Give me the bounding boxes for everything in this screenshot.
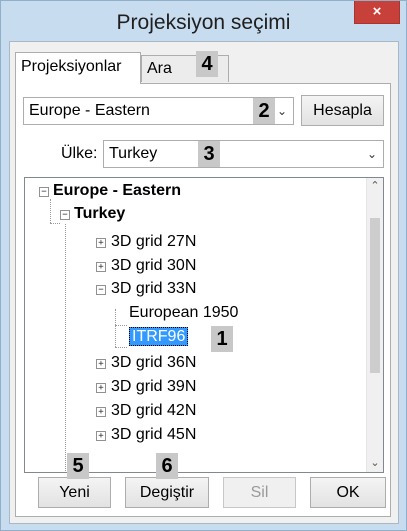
scrollbar-thumb[interactable]: [370, 218, 380, 373]
scroll-down-icon[interactable]: ⌄: [367, 455, 383, 472]
annotation-4: 4: [196, 51, 218, 77]
expand-icon[interactable]: +: [96, 359, 106, 369]
chevron-down-icon: ⌄: [276, 104, 287, 118]
compute-button[interactable]: Hesapla: [301, 95, 384, 126]
expand-icon[interactable]: +: [96, 383, 106, 393]
tree-node-country[interactable]: Turkey: [74, 203, 125, 225]
change-button[interactable]: Degiştir: [125, 477, 209, 508]
country-label: Ülke:: [61, 145, 98, 162]
tree-node-grid[interactable]: 3D grid 27N: [111, 231, 196, 253]
tree-node-grid[interactable]: 3D grid 42N: [111, 400, 196, 422]
country-select-value: Turkey: [109, 145, 158, 162]
collapse-icon[interactable]: −: [39, 187, 49, 197]
tree-node-datum[interactable]: European 1950: [129, 302, 238, 324]
tree-node-grid[interactable]: 3D grid 30N: [111, 255, 196, 277]
close-button[interactable]: ×: [354, 1, 400, 24]
collapse-icon[interactable]: −: [60, 210, 70, 220]
annotation-1: 1: [211, 326, 233, 352]
close-icon: ×: [372, 3, 382, 20]
annotation-3: 3: [198, 141, 220, 167]
annotation-5: 5: [67, 453, 89, 479]
annotation-6: 6: [156, 453, 178, 479]
annotation-2: 2: [253, 98, 275, 124]
tree-node-region[interactable]: Europe - Eastern: [53, 180, 181, 202]
chevron-down-icon: ⌄: [366, 147, 377, 161]
tab-projeksiyonlar[interactable]: Projeksiyonlar: [15, 52, 141, 84]
region-select-value: Europe - Eastern: [29, 102, 150, 119]
dialog-client: Projeksiyonlar Ara 4 Europe - Eastern ⌄ …: [9, 41, 399, 524]
projection-tree[interactable]: − Europe - Eastern − Turkey + 3D grid 27…: [24, 177, 384, 473]
scroll-up-icon[interactable]: ⌃: [367, 178, 383, 195]
tree-node-grid[interactable]: 3D grid 36N: [111, 352, 196, 374]
tab-label: Projeksiyonlar: [21, 58, 122, 75]
ok-button[interactable]: OK: [310, 477, 386, 508]
tree-node-grid[interactable]: 3D grid 33N: [111, 278, 196, 300]
window-title: Projeksiyon seçimi: [116, 11, 291, 34]
expand-icon[interactable]: +: [96, 262, 106, 272]
projections-panel: Europe - Eastern ⌄ 2 Hesapla Ülke: Turke…: [15, 83, 391, 517]
country-select[interactable]: Turkey ⌄: [103, 140, 384, 168]
new-button[interactable]: Yeni: [38, 477, 111, 508]
expand-icon[interactable]: +: [96, 238, 106, 248]
tree-node-datum-selected[interactable]: ITRF96: [129, 326, 189, 348]
tree-node-grid[interactable]: 3D grid 45N: [111, 424, 196, 446]
dialog-window: Projeksiyon seçimi × Projeksiyonlar Ara …: [0, 0, 407, 531]
expand-icon[interactable]: +: [96, 407, 106, 417]
expand-icon[interactable]: +: [96, 431, 106, 441]
tree-content: − Europe - Eastern − Turkey + 3D grid 27…: [25, 178, 366, 472]
delete-button[interactable]: Sil: [223, 477, 296, 508]
collapse-icon[interactable]: −: [96, 285, 106, 295]
title-bar[interactable]: Projeksiyon seçimi ×: [1, 1, 406, 41]
tree-scrollbar[interactable]: ⌃ ⌄: [366, 178, 383, 472]
tree-node-grid[interactable]: 3D grid 39N: [111, 376, 196, 398]
tab-label: Ara: [147, 60, 172, 77]
